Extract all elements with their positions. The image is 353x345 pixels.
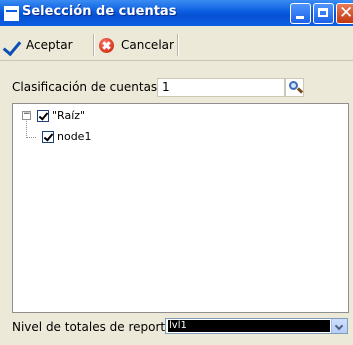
report-totals-level-value: lvl1 bbox=[168, 320, 330, 332]
window-title: Selección de cuentas bbox=[22, 4, 177, 19]
checkmark-icon bbox=[4, 36, 22, 54]
tree-checkbox-root[interactable] bbox=[37, 110, 49, 122]
tree-checkbox-node1[interactable] bbox=[42, 131, 54, 143]
window-icon bbox=[4, 6, 19, 21]
minimize-button[interactable] bbox=[290, 3, 311, 24]
chevron-down-icon[interactable] bbox=[331, 319, 347, 333]
report-totals-level-select[interactable]: lvl1 bbox=[165, 318, 348, 334]
accept-button[interactable]: Aceptar bbox=[4, 34, 73, 56]
account-tree[interactable]: − "Raíz" node1 bbox=[12, 103, 349, 313]
maximize-button[interactable] bbox=[313, 3, 334, 24]
tree-node-node1[interactable]: node1 bbox=[57, 130, 91, 143]
close-button[interactable]: ✕ bbox=[336, 3, 353, 24]
cancel-button[interactable]: Cancelar bbox=[99, 34, 174, 56]
toolbar-separator bbox=[93, 34, 95, 56]
minimize-icon bbox=[296, 16, 304, 19]
account-classification-label: Clasificación de cuentas bbox=[12, 80, 158, 94]
maximize-icon bbox=[318, 8, 328, 17]
cancel-icon bbox=[99, 37, 114, 53]
close-icon: ✕ bbox=[339, 3, 353, 23]
accept-label: Aceptar bbox=[26, 38, 73, 52]
cancel-label: Cancelar bbox=[121, 38, 174, 52]
tree-node-root[interactable]: "Raíz" bbox=[52, 109, 85, 122]
report-totals-level-label: Nivel de totales de reporte bbox=[12, 320, 173, 334]
toolbar: Aceptar Cancelar bbox=[0, 26, 353, 61]
account-classification-input[interactable]: 1 bbox=[157, 78, 285, 97]
collapse-toggle[interactable]: − bbox=[22, 110, 31, 120]
account-selection-window: Selección de cuentas ✕ Aceptar Cancelar … bbox=[0, 0, 353, 345]
toolbar-separator bbox=[177, 34, 179, 56]
title-bar[interactable]: Selección de cuentas ✕ bbox=[0, 0, 353, 26]
search-button[interactable] bbox=[285, 78, 304, 97]
